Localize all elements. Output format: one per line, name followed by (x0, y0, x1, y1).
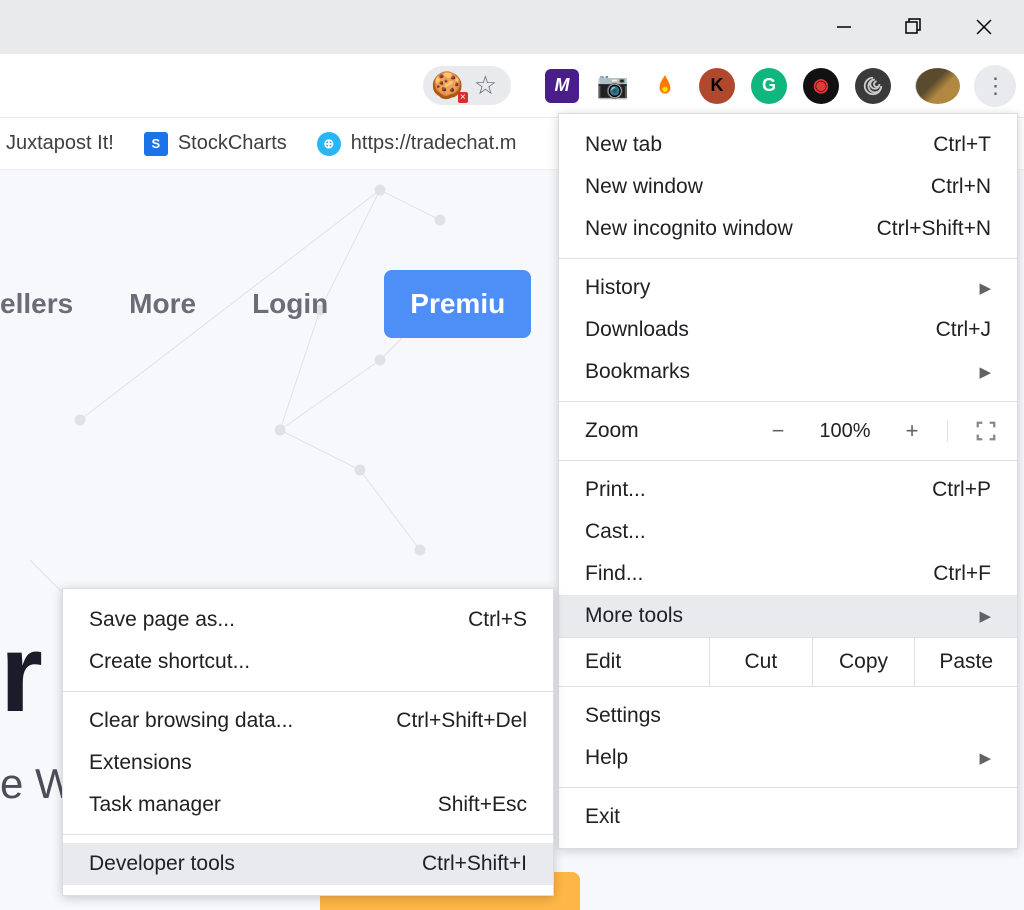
browser-toolbar: 🍪× ☆ M 📷 K G ◉ ⋮ (0, 54, 1024, 118)
nav-login[interactable]: Login (252, 288, 328, 320)
nav-more[interactable]: More (129, 288, 196, 320)
nav-sellers[interactable]: ellers (0, 288, 73, 320)
submenu-create-shortcut[interactable]: Create shortcut... (63, 641, 553, 683)
menu-find[interactable]: Find... Ctrl+F (559, 553, 1017, 595)
zoom-out-button[interactable]: − (751, 418, 805, 444)
menu-paste[interactable]: Paste (914, 638, 1017, 686)
bookmark-stockcharts[interactable]: S StockCharts (144, 132, 287, 156)
menu-history[interactable]: History ▶ (559, 267, 1017, 309)
submenu-arrow-icon: ▶ (979, 363, 991, 381)
minimize-icon (836, 19, 852, 35)
page-title: r (0, 610, 43, 737)
menu-settings[interactable]: Settings (559, 695, 1017, 737)
extension-hotjar-icon[interactable] (647, 68, 683, 104)
menu-print[interactable]: Print... Ctrl+P (559, 469, 1017, 511)
address-actions: 🍪× ☆ (423, 66, 511, 105)
menu-cast[interactable]: Cast... (559, 511, 1017, 553)
menu-incognito[interactable]: New incognito window Ctrl+Shift+N (559, 208, 1017, 250)
menu-zoom: Zoom − 100% + (559, 410, 1017, 452)
cookie-icon[interactable]: 🍪× (431, 70, 463, 101)
submenu-save-page[interactable]: Save page as... Ctrl+S (63, 599, 553, 641)
submenu-extensions[interactable]: Extensions (63, 742, 553, 784)
menu-bookmarks[interactable]: Bookmarks ▶ (559, 351, 1017, 393)
bookmark-label: Juxtapost It! (6, 132, 114, 155)
menu-new-tab[interactable]: New tab Ctrl+T (559, 124, 1017, 166)
extension-lens-icon[interactable]: ◉ (803, 68, 839, 104)
window-titlebar (0, 0, 1024, 54)
restore-button[interactable] (884, 5, 944, 49)
menu-more-tools[interactable]: More tools ▶ (559, 595, 1017, 637)
submenu-arrow-icon: ▶ (979, 749, 991, 767)
profile-avatar[interactable] (915, 68, 960, 104)
extension-grammarly-icon[interactable]: G (751, 68, 787, 104)
bookmark-tradechat[interactable]: ⊕ https://tradechat.m (317, 132, 517, 156)
submenu-arrow-icon: ▶ (979, 607, 991, 625)
fullscreen-button[interactable] (947, 420, 1003, 442)
extension-m-icon[interactable]: M (545, 69, 579, 103)
minimize-button[interactable] (814, 5, 874, 49)
bookmark-juxtapost[interactable]: Juxtapost It! (6, 132, 114, 155)
submenu-clear-data[interactable]: Clear browsing data... Ctrl+Shift+Del (63, 700, 553, 742)
restore-icon (905, 18, 923, 36)
submenu-separator (63, 834, 553, 835)
kebab-icon: ⋮ (985, 73, 1006, 99)
bookmark-label: https://tradechat.m (351, 132, 517, 155)
menu-new-window[interactable]: New window Ctrl+N (559, 166, 1017, 208)
menu-edit-label: Edit (559, 638, 709, 686)
submenu-task-manager[interactable]: Task manager Shift+Esc (63, 784, 553, 826)
menu-edit-row: Edit Cut Copy Paste (559, 637, 1017, 687)
menu-downloads[interactable]: Downloads Ctrl+J (559, 309, 1017, 351)
close-icon (975, 18, 993, 36)
favicon-stockcharts: S (144, 132, 168, 156)
menu-separator (559, 460, 1017, 461)
zoom-in-button[interactable]: + (885, 418, 939, 444)
more-tools-submenu: Save page as... Ctrl+S Create shortcut..… (62, 588, 554, 896)
submenu-arrow-icon: ▶ (979, 279, 991, 297)
menu-separator (559, 401, 1017, 402)
nav-premium-button[interactable]: Premiu (384, 270, 531, 338)
extension-spiral-icon[interactable] (855, 68, 891, 104)
bookmark-label: StockCharts (178, 132, 287, 155)
menu-cut[interactable]: Cut (709, 638, 812, 686)
menu-exit[interactable]: Exit (559, 796, 1017, 838)
zoom-value: 100% (805, 420, 885, 443)
extension-k-icon[interactable]: K (699, 68, 735, 104)
star-icon[interactable]: ☆ (474, 70, 497, 101)
menu-copy[interactable]: Copy (812, 638, 915, 686)
menu-separator (559, 258, 1017, 259)
extension-camera-icon[interactable]: 📷 (595, 68, 631, 104)
browser-menu: New tab Ctrl+T New window Ctrl+N New inc… (558, 113, 1018, 849)
site-nav: ellers More Login Premiu (0, 270, 531, 338)
menu-help[interactable]: Help ▶ (559, 737, 1017, 779)
close-button[interactable] (954, 5, 1014, 49)
submenu-developer-tools[interactable]: Developer tools Ctrl+Shift+I (63, 843, 553, 885)
favicon-tradechat: ⊕ (317, 132, 341, 156)
submenu-separator (63, 691, 553, 692)
menu-button[interactable]: ⋮ (974, 65, 1016, 107)
menu-separator (559, 787, 1017, 788)
fullscreen-icon (975, 420, 997, 442)
